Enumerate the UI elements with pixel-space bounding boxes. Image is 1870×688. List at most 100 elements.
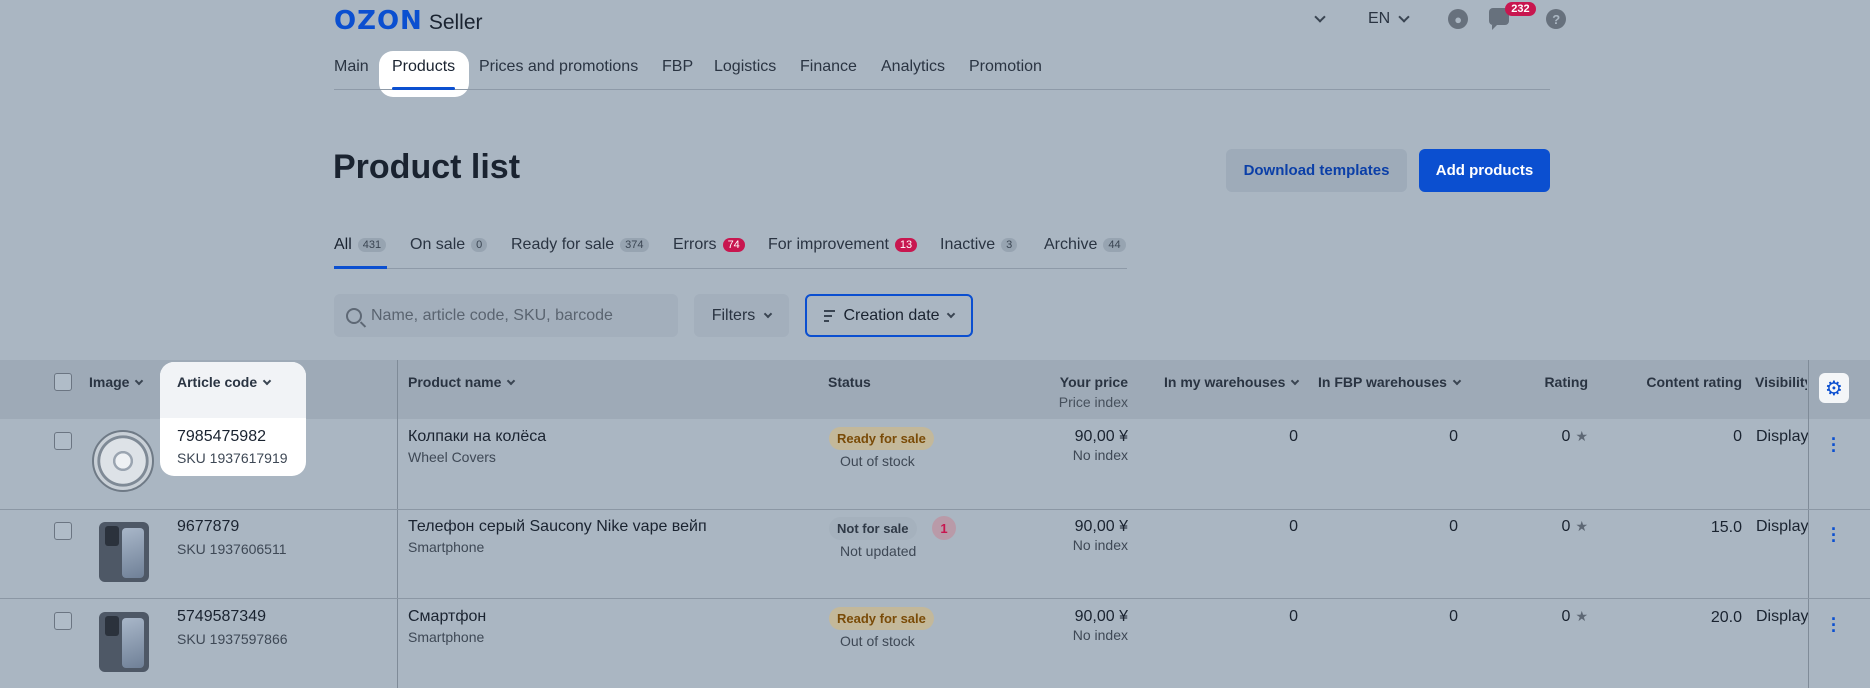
nav-item-analytics[interactable]: Analytics [881,58,945,76]
column-header-in-my-warehouses[interactable]: In my warehouses [1164,374,1300,390]
add-products-button[interactable]: Add products [1419,149,1550,192]
sort-icon [824,309,836,322]
chevron-down-icon [946,309,955,319]
account-icon[interactable]: ● [1448,9,1469,29]
row-checkbox[interactable] [54,432,72,450]
tab-ready-for-sale[interactable]: Ready for sale 374 [511,236,649,254]
rating-number: 0 [1561,518,1571,535]
tab-on-sale[interactable]: On sale 0 [410,236,488,254]
tab-errors[interactable]: Errors 74 [673,236,745,254]
help-icon[interactable]: ? [1546,9,1567,29]
price-index: No index [1072,627,1128,643]
chevron-down-icon [1291,376,1300,385]
tab-label: Errors [673,236,717,253]
product-image-wheel-covers[interactable] [92,430,154,492]
sku: SKU 1937617919 [177,450,288,466]
tab-label: Archive [1044,236,1098,253]
error-count-badge[interactable]: 1 [932,516,956,540]
price-index: No index [1072,537,1128,553]
select-all-checkbox[interactable] [54,373,72,391]
price-value[interactable]: 90,00 ¥ [1020,428,1128,446]
messages-button[interactable]: 232 [1489,2,1536,30]
notification-count-badge: 232 [1505,2,1536,16]
search-input[interactable] [371,306,661,325]
nav-item-finance[interactable]: Finance [800,58,857,76]
status-subtext: Out of stock [840,633,915,649]
tab-label: All [334,236,352,253]
price-value[interactable]: 90,00 ¥ [1020,518,1128,536]
column-header-visibility[interactable]: Visibility [1755,374,1807,390]
more-vertical-icon[interactable]: · · · [1829,520,1839,550]
tab-label: Inactive [940,236,996,253]
gear-icon[interactable]: ⚙ [1819,373,1849,403]
column-header-status: Status [828,374,871,390]
nav-item-prices-and-promotions[interactable]: Prices and promotions [479,58,638,76]
store-switcher-chevron-icon[interactable] [1314,9,1326,29]
tab-inactive[interactable]: Inactive 3 [940,236,1018,254]
product-image-smartphone[interactable] [99,612,149,672]
column-header-product-name[interactable]: Product name [408,374,516,390]
sku: SKU 1937597866 [177,631,288,647]
row-checkbox[interactable] [54,522,72,540]
product-name-link[interactable]: Телефон серый Saucony Nike vape вейп [408,518,707,536]
product-name-link[interactable]: Смартфон [408,608,486,626]
article-code[interactable]: 7985475982 [177,428,266,446]
status-tabs: All 431 On sale 0 Ready for sale 374 Err… [334,236,1127,269]
tab-count: 44 [1103,238,1126,252]
nav-item-products[interactable]: Products [392,58,455,76]
nav-item-promotion[interactable]: Promotion [969,58,1042,76]
visibility-value: Display [1756,518,1808,535]
tab-for-improvement[interactable]: For improvement 13 [768,236,918,254]
row-checkbox[interactable] [54,612,72,630]
fbp-warehouses-stock: 0 [1449,428,1458,445]
column-label: In my warehouses [1164,374,1286,390]
tab-count: 374 [620,238,649,252]
search-icon [346,307,362,324]
my-warehouses-stock: 0 [1289,518,1298,535]
status-badge: Not for sale [829,517,917,540]
price-value[interactable]: 90,00 ¥ [1020,608,1128,626]
sort-button[interactable]: Creation date [805,294,973,337]
tab-label: On sale [410,236,466,253]
tab-all[interactable]: All 431 [334,236,387,254]
column-label: Visibility [1755,374,1807,390]
more-vertical-icon[interactable]: · · · [1829,430,1839,460]
column-header-image[interactable]: Image [89,374,144,390]
chevron-down-icon [1452,376,1462,385]
sort-label: Creation date [843,306,940,324]
column-label: In FBP warehouses [1318,374,1447,390]
search-box[interactable] [334,294,678,337]
tab-count: 431 [357,238,387,252]
tab-label: For improvement [768,236,889,253]
filters-button[interactable]: Filters [694,294,789,337]
language-switcher[interactable]: EN [1368,10,1410,28]
article-code[interactable]: 9677879 [177,518,239,536]
visibility-value: Display [1756,608,1808,625]
chevron-down-icon [262,376,272,385]
fbp-warehouses-stock: 0 [1449,518,1458,535]
column-header-content-rating[interactable]: Content rating [1620,374,1742,390]
more-vertical-icon[interactable]: · · · [1829,610,1839,640]
status-badge: Ready for sale [829,427,934,450]
product-image-smartphone[interactable] [99,522,149,582]
price-index: No index [1072,447,1128,463]
article-code[interactable]: 5749587349 [177,608,266,626]
nav-item-main[interactable]: Main [334,58,369,76]
star-icon: ★ [1575,608,1588,624]
star-icon: ★ [1575,518,1588,534]
column-header-your-price[interactable]: Your price [1020,374,1128,390]
ozon-seller-logo[interactable]: OZON Seller [334,6,483,36]
column-header-rating[interactable]: Rating [1470,374,1588,390]
tab-count: 74 [722,238,745,252]
nav-item-logistics[interactable]: Logistics [714,58,776,76]
download-templates-button[interactable]: Download templates [1226,149,1407,192]
star-icon: ★ [1575,428,1588,444]
column-header-in-fbp-warehouses[interactable]: In FBP warehouses [1318,374,1462,390]
column-label: Your price [1059,374,1128,390]
column-label: Status [828,374,871,390]
nav-item-fbp[interactable]: FBP [662,58,693,76]
product-name-link[interactable]: Колпаки на колёса [408,428,546,446]
rating-value: 0 ★ [1540,428,1588,446]
column-header-article-code[interactable]: Article code [177,374,272,390]
tab-archive[interactable]: Archive 44 [1044,236,1126,254]
